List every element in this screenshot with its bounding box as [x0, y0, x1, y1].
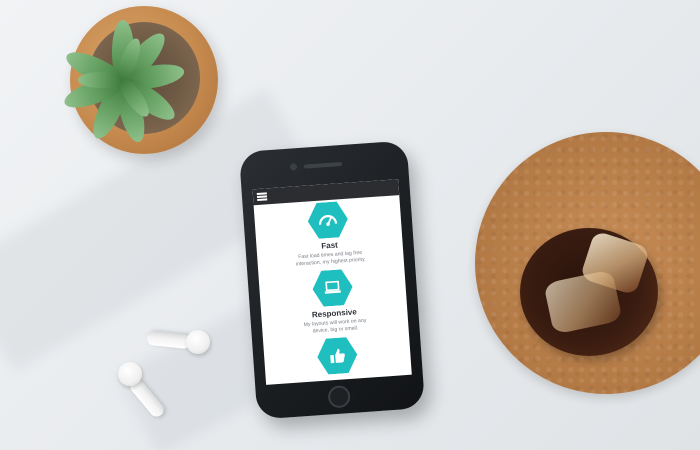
- feature-description: My layouts will work on any device, big …: [296, 317, 375, 336]
- feature-icon-badge: [307, 201, 349, 240]
- airpod-stem: [146, 330, 192, 350]
- feature-fast: Fast Fast load times and lag free intera…: [254, 197, 404, 271]
- feature-third: [263, 333, 411, 382]
- laptop-icon: [322, 277, 343, 298]
- succulent-leaf: [78, 72, 122, 88]
- thumbs-up-icon: [327, 345, 348, 366]
- feature-icon-badge: [311, 269, 353, 308]
- feature-description: Fast load times and lag free interaction…: [291, 249, 370, 268]
- phone-screen: Fast Fast load times and lag free intera…: [252, 179, 412, 385]
- airpod-head: [186, 330, 210, 354]
- speedometer-icon: [317, 209, 338, 230]
- photo-scene: Fast Fast load times and lag free intera…: [0, 0, 700, 450]
- feature-responsive: Responsive My layouts will work on any d…: [258, 265, 408, 339]
- hamburger-menu-icon[interactable]: [256, 192, 268, 201]
- smartphone: Fast Fast load times and lag free intera…: [238, 140, 426, 420]
- airpod-head: [118, 362, 142, 386]
- feature-icon-badge: [316, 336, 358, 375]
